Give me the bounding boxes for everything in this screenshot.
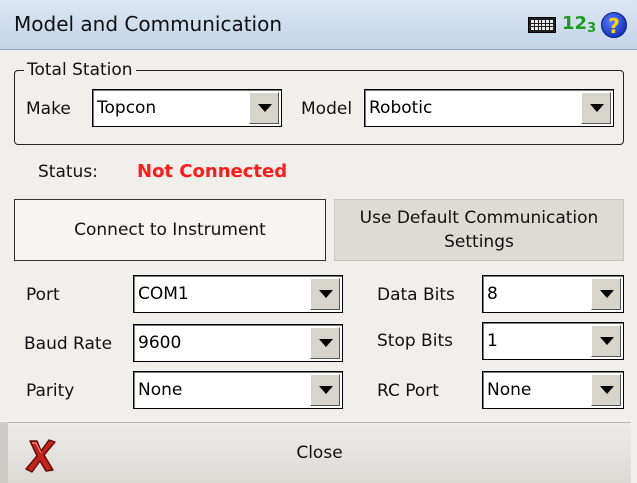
data-bits-select[interactable]: 8 — [482, 275, 624, 313]
make-dropdown-arrow-icon[interactable] — [249, 92, 279, 124]
baud-rate-label: Baud Rate — [24, 334, 113, 354]
stop-bits-select[interactable]: 1 — [482, 322, 624, 360]
parity-dropdown-arrow-icon[interactable] — [310, 374, 340, 406]
baud-rate-select[interactable]: 9600 — [133, 324, 343, 362]
port-value: COM1 — [138, 284, 189, 304]
parity-select[interactable]: None — [133, 371, 343, 409]
port-select[interactable]: COM1 — [133, 275, 343, 313]
help-icon[interactable]: ? — [601, 12, 627, 38]
status-value: Not Connected — [137, 161, 288, 182]
input-mode-123-icon[interactable]: 123 — [562, 12, 596, 36]
data-bits-value: 8 — [487, 284, 498, 304]
make-select[interactable]: Topcon — [92, 89, 282, 127]
status-label: Status: — [38, 162, 98, 182]
model-select[interactable]: Robotic — [364, 89, 614, 127]
model-dropdown-arrow-icon[interactable] — [581, 92, 611, 124]
baud-rate-dropdown-arrow-icon[interactable] — [310, 327, 340, 359]
total-station-legend: Total Station — [24, 60, 136, 80]
model-label: Model — [301, 99, 353, 119]
close-bar[interactable]: Close — [8, 422, 631, 483]
stop-bits-value: 1 — [487, 331, 498, 351]
title-bar: Model and Communication 123 ? — [0, 0, 637, 50]
default-button-line1: Use Default Communication — [359, 208, 599, 228]
data-bits-dropdown-arrow-icon[interactable] — [591, 278, 621, 310]
make-value: Topcon — [97, 98, 157, 118]
rc-port-value: None — [487, 380, 532, 400]
window-title: Model and Communication — [14, 12, 283, 36]
default-button-line2: Settings — [444, 232, 514, 252]
rc-port-dropdown-arrow-icon[interactable] — [591, 374, 621, 406]
close-button-label: Close — [296, 443, 343, 463]
connect-to-instrument-button[interactable]: Connect to Instrument — [14, 199, 326, 261]
parity-label: Parity — [26, 381, 75, 401]
stop-bits-label: Stop Bits — [377, 331, 453, 351]
port-dropdown-arrow-icon[interactable] — [310, 278, 340, 310]
parity-value: None — [138, 380, 183, 400]
model-value: Robotic — [369, 98, 433, 118]
left-edge-strip — [0, 422, 8, 483]
data-bits-label: Data Bits — [377, 285, 455, 305]
rc-port-select[interactable]: None — [482, 371, 624, 409]
make-label: Make — [26, 99, 71, 119]
stop-bits-dropdown-arrow-icon[interactable] — [591, 325, 621, 357]
baud-rate-value: 9600 — [138, 333, 182, 353]
port-label: Port — [26, 285, 60, 305]
use-default-communication-button[interactable]: Use Default Communication Settings — [334, 199, 624, 261]
keyboard-icon[interactable] — [528, 17, 556, 33]
rc-port-label: RC Port — [377, 381, 439, 401]
